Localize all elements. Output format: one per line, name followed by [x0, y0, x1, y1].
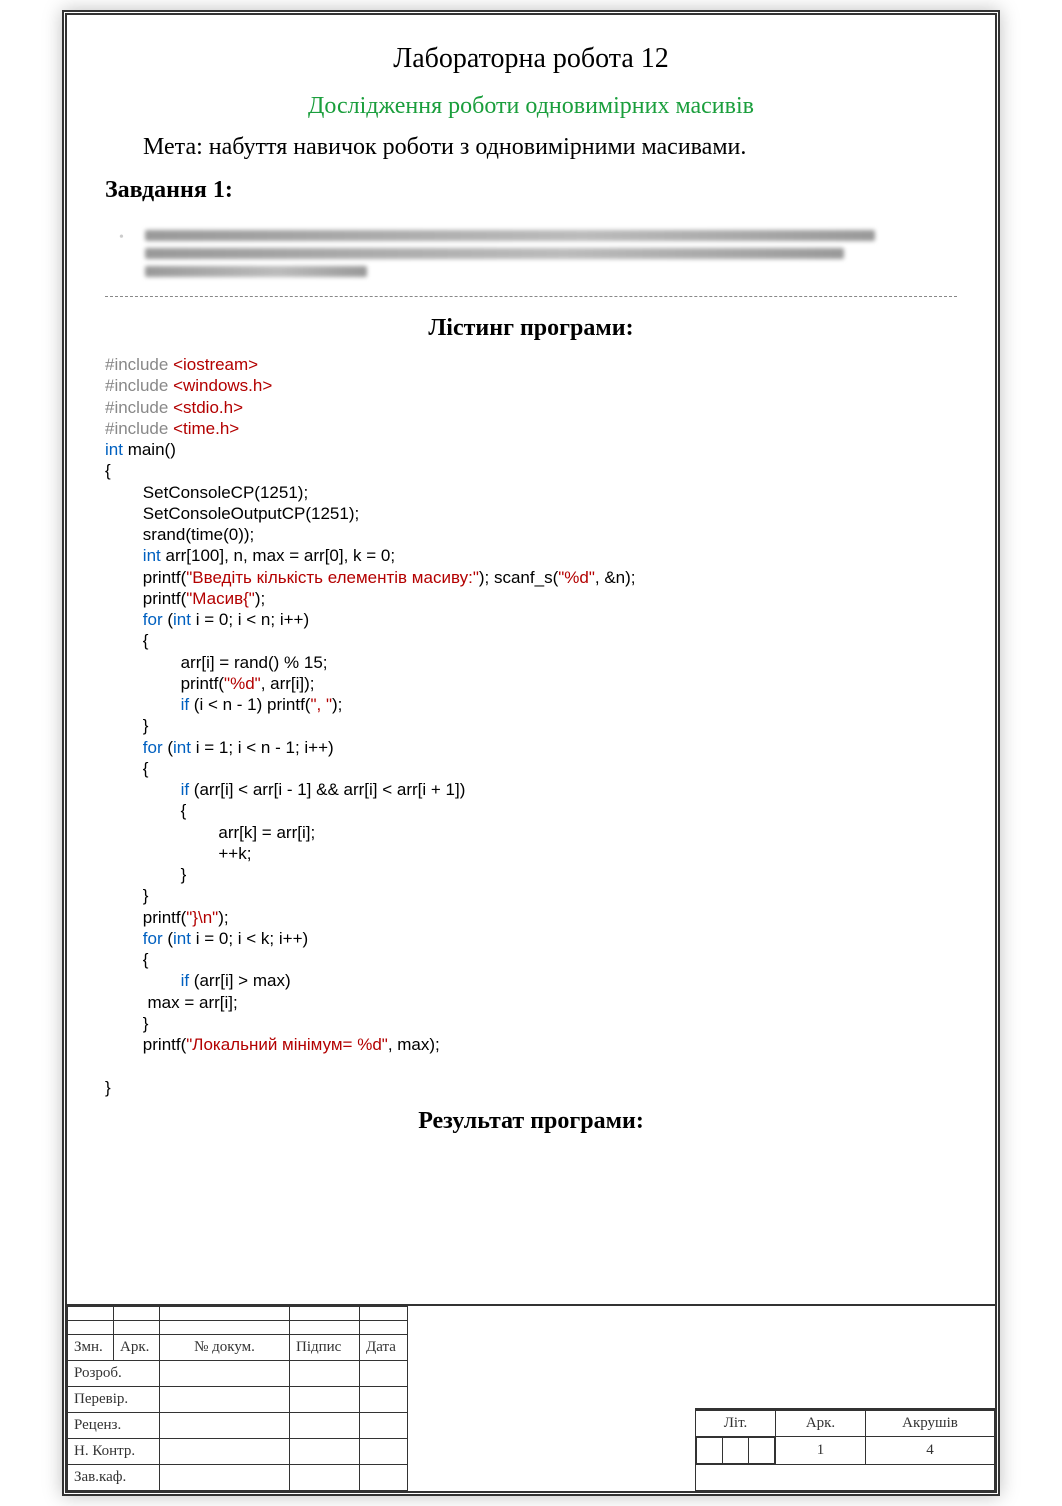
row-ncontrol: Н. Контр.	[68, 1439, 160, 1465]
bullet-icon: •	[119, 230, 124, 246]
page-title: Лабораторна робота 12	[105, 43, 957, 75]
col-sign: Підпис	[290, 1335, 360, 1361]
cell-pages: 4	[866, 1437, 995, 1465]
col-ark: Арк.	[114, 1335, 160, 1361]
task-label: Завдання 1:	[105, 177, 957, 204]
content: Лабораторна робота 12 Дослідження роботи…	[97, 43, 965, 1135]
page-subtitle: Дослідження роботи одновимірних масивів	[105, 93, 957, 120]
title-block: Змн. Арк. № докум. Підпис Дата Розроб. П…	[67, 1304, 995, 1491]
row-head: Зав.каф.	[68, 1465, 160, 1491]
row-review: Реценз.	[68, 1413, 160, 1439]
document-frame: Лабораторна робота 12 Дослідження роботи…	[62, 10, 1000, 1496]
task-description-blur: •	[105, 218, 957, 297]
goal-text: Мета: набуття навичок роботи з одновимір…	[143, 134, 957, 161]
stamp-empty	[696, 1465, 995, 1491]
row-dev: Розроб.	[68, 1361, 160, 1387]
stamp-right-block: Літ. Арк. Акрушів 1 4	[695, 1408, 995, 1491]
cell-arksh: Акрушів	[866, 1411, 995, 1437]
listing-heading: Лістинг програми:	[105, 315, 957, 342]
row-check: Перевір.	[68, 1387, 160, 1413]
col-date: Дата	[360, 1335, 408, 1361]
col-zmn: Змн.	[68, 1335, 114, 1361]
code-listing: #include <iostream> #include <windows.h>…	[105, 354, 957, 1098]
result-heading: Результат програми:	[105, 1108, 957, 1135]
cell-lit: Літ.	[696, 1411, 776, 1437]
col-nodoc: № докум.	[160, 1335, 290, 1361]
cell-page: 1	[776, 1437, 866, 1465]
cell-ark: Арк.	[776, 1411, 866, 1437]
